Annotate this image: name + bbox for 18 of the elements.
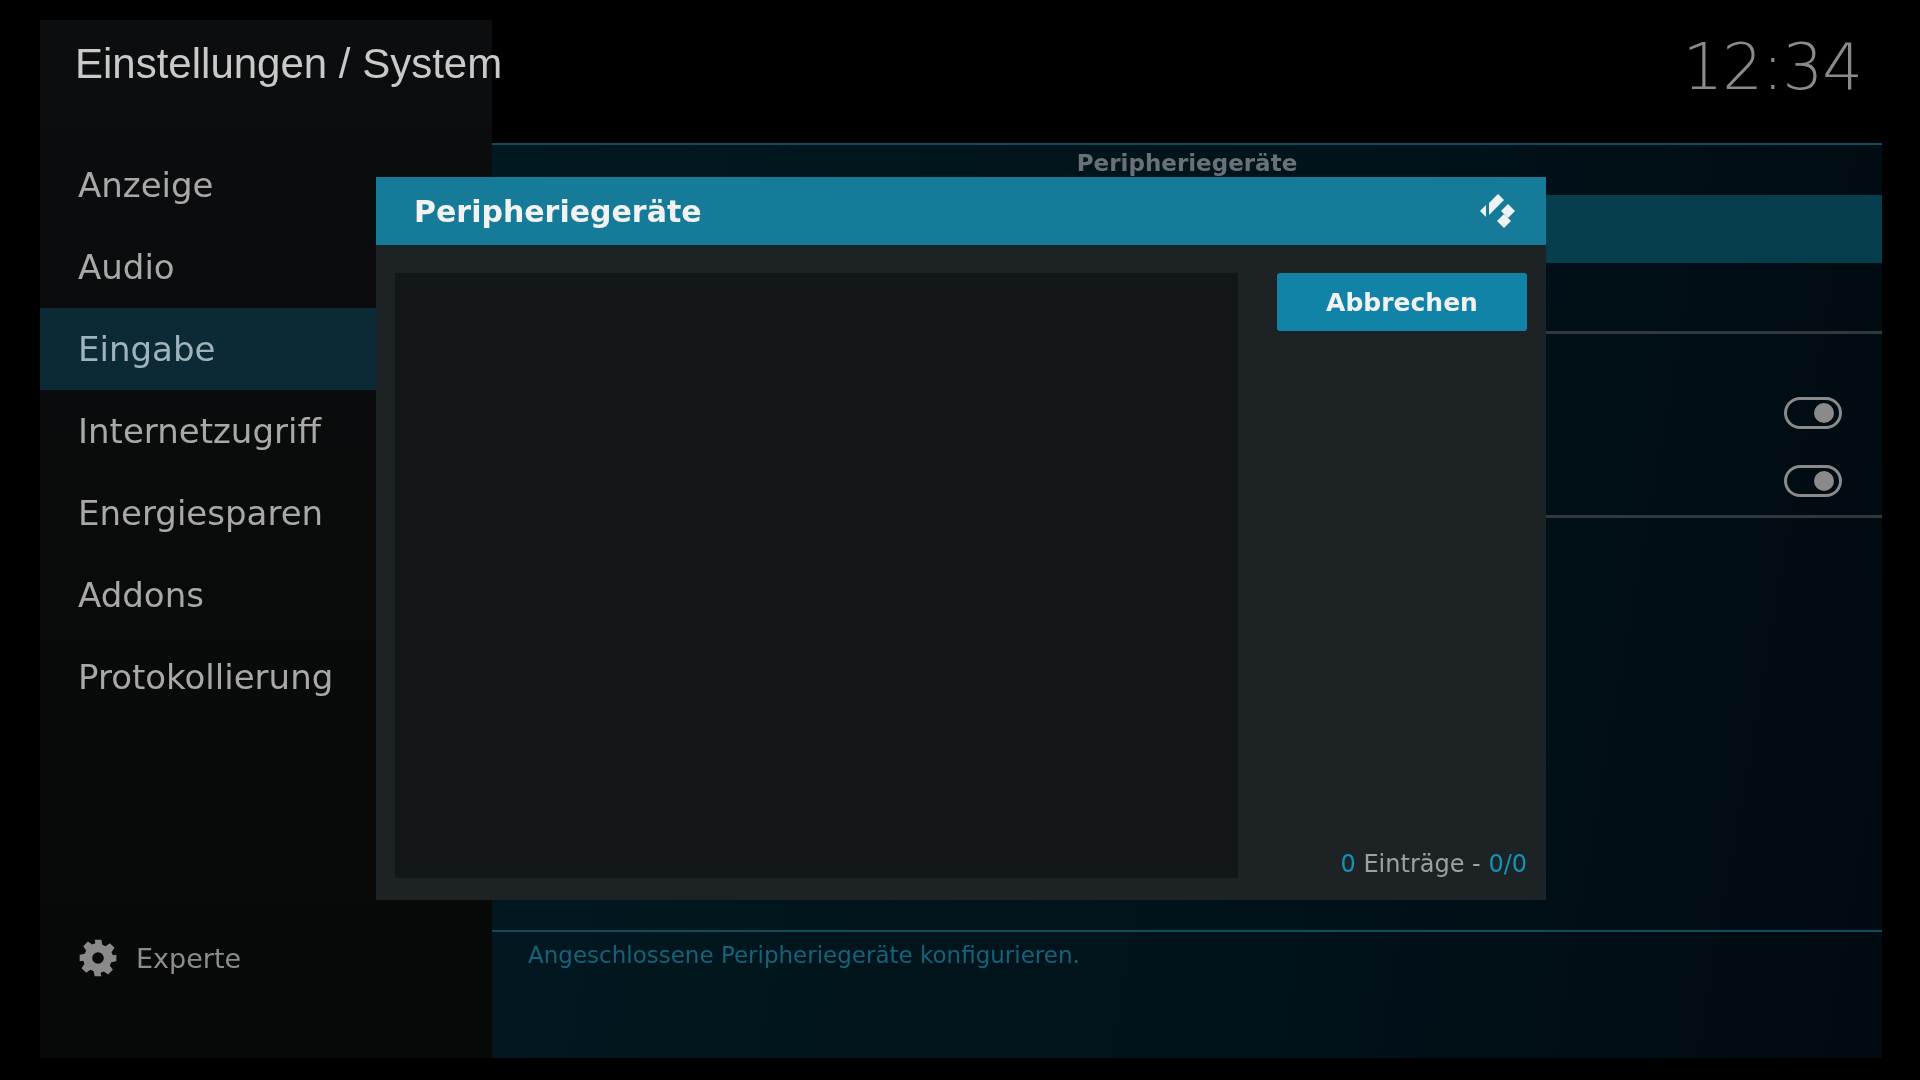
sidebar-item[interactable]: Audio bbox=[40, 226, 378, 308]
item-count: 0 Einträge - 0/0 bbox=[1339, 850, 1527, 878]
sidebar-item[interactable]: Eingabe bbox=[40, 308, 378, 390]
sidebar-item[interactable]: Addons bbox=[40, 554, 378, 636]
sidebar-item[interactable]: Protokollierung bbox=[40, 636, 378, 718]
dialog-title: Peripheriegeräte bbox=[414, 193, 702, 229]
page-title: Einstellungen / System bbox=[74, 39, 503, 89]
sidebar-item[interactable]: Anzeige bbox=[40, 144, 378, 226]
toggle-switch[interactable] bbox=[1784, 465, 1842, 497]
sidebar-item[interactable]: Energiesparen bbox=[40, 472, 378, 554]
sidebar-item[interactable]: Internetzugriff bbox=[40, 390, 378, 472]
clock: 12:34 bbox=[1682, 29, 1863, 104]
section-title: Peripheriegeräte bbox=[1075, 149, 1299, 178]
settings-level-label[interactable]: Experte bbox=[136, 942, 242, 974]
setting-description: Angeschlossene Peripheriegeräte konfigurieren. bbox=[492, 930, 1882, 968]
cancel-button[interactable]: Abbrechen bbox=[1277, 273, 1527, 331]
toggle-switch[interactable] bbox=[1784, 397, 1842, 429]
settings-icon[interactable] bbox=[78, 938, 118, 978]
